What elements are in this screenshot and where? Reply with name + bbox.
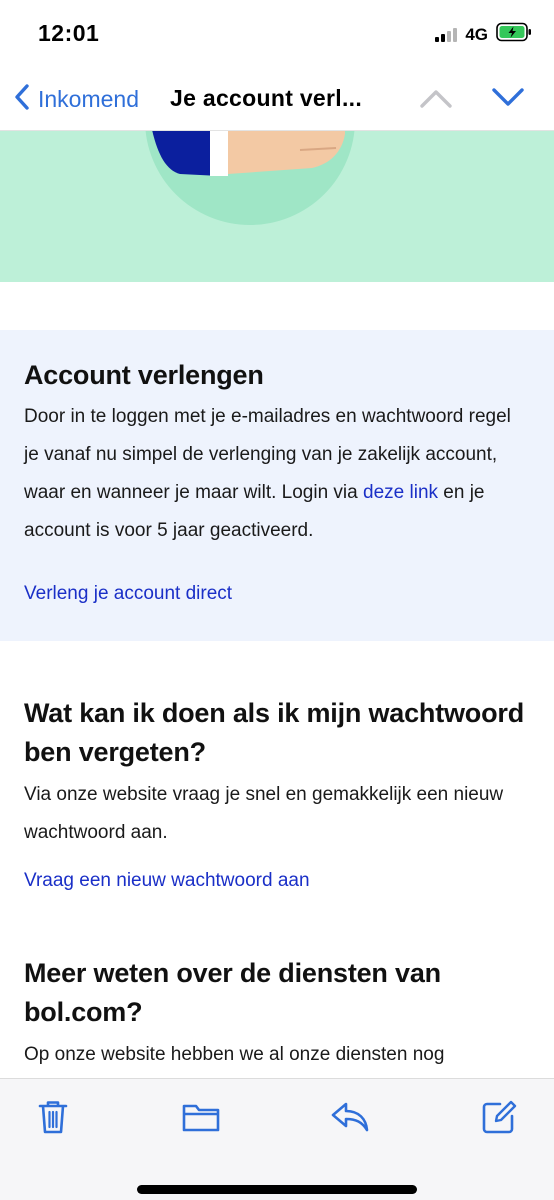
cellular-signal-icon (435, 27, 458, 42)
hero-illustration (0, 130, 554, 282)
handshake-illustration (145, 130, 355, 225)
navigation-bar: Inkomend Je account verl... (0, 66, 554, 131)
message-subject-title: Je account verl... (170, 85, 363, 111)
next-message-button[interactable] (490, 84, 526, 117)
deze-link[interactable]: deze link (363, 482, 438, 503)
previous-message-button[interactable] (418, 84, 454, 117)
move-to-folder-button[interactable] (181, 1099, 221, 1139)
services-section: Meer weten over de diensten van bol.com?… (24, 954, 534, 1074)
back-button-label: Inkomend (38, 86, 140, 112)
mail-toolbar (0, 1078, 554, 1200)
renew-account-link[interactable]: Verleng je account direct (24, 583, 232, 605)
back-button[interactable]: Inkomend (12, 82, 139, 117)
status-bar: 12:01 4G (0, 0, 554, 66)
trash-icon (36, 1098, 70, 1141)
password-help-section: Wat kan ik doen als ik mijn wachtwoord b… (24, 694, 534, 891)
reply-button[interactable] (330, 1099, 370, 1139)
battery-charging-icon (496, 22, 532, 47)
status-time: 12:01 (38, 20, 100, 46)
network-label: 4G (465, 24, 488, 44)
compose-button[interactable] (479, 1099, 519, 1139)
status-indicators: 4G (435, 22, 532, 47)
mail-message-screen: 12:01 4G Inkomend Je account verl... Acc… (0, 0, 554, 1200)
home-indicator[interactable] (137, 1185, 417, 1194)
delete-button[interactable] (33, 1099, 73, 1139)
services-heading: Meer weten over de diensten van bol.com? (24, 958, 441, 1027)
services-text: Op onze website hebben we al onze dienst… (24, 1044, 445, 1065)
chevron-down-icon (490, 88, 526, 116)
account-renewal-text: Door in te loggen met je e-mailadres en … (24, 398, 524, 550)
account-renewal-heading: Account verlengen (24, 360, 264, 390)
chevron-left-icon (12, 82, 32, 117)
reply-icon (330, 1100, 370, 1139)
request-new-password-link[interactable]: Vraag een nieuw wachtwoord aan (24, 870, 310, 892)
password-help-text: Via onze website vraag je snel en gemakk… (24, 784, 504, 843)
folder-icon (181, 1100, 221, 1139)
chevron-up-icon (418, 90, 454, 116)
password-help-heading: Wat kan ik doen als ik mijn wachtwoord b… (24, 698, 524, 767)
account-renewal-card: Account verlengen Door in te loggen met … (0, 330, 554, 641)
compose-icon (480, 1098, 518, 1141)
